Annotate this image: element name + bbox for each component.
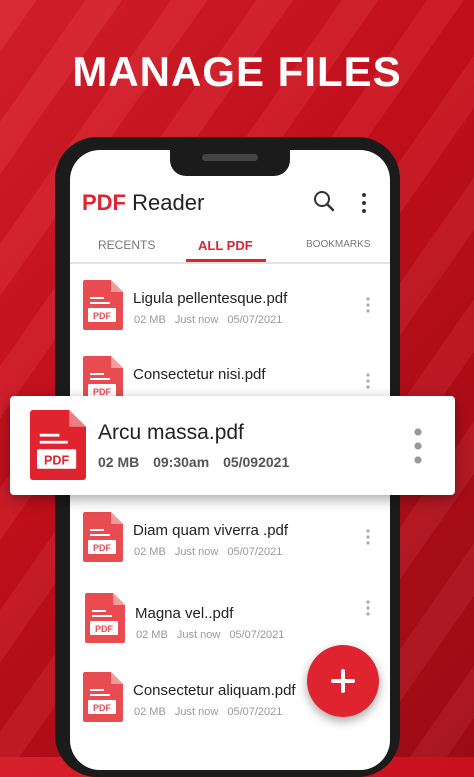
list-item[interactable]: PDF Ligula pellentesque.pdf 02 MB Just n… (70, 280, 390, 350)
plus-icon (331, 669, 355, 693)
more-vertical-icon[interactable] (365, 296, 371, 314)
more-vertical-icon[interactable] (365, 599, 371, 617)
file-meta: 02 MB Just now 05/07/2021 (134, 314, 288, 326)
tab-all-pdf[interactable]: ALL PDF (198, 238, 253, 253)
file-size: 02 MB (134, 706, 166, 718)
app-title: PDF Reader (82, 190, 204, 216)
file-size: 02 MB (134, 314, 166, 326)
file-time: Just now (176, 629, 221, 641)
pdf-badge-text: PDF (44, 454, 69, 468)
list-item[interactable]: PDF Diam quam viverra .pdf 02 MB Just no… (70, 512, 390, 582)
pdf-badge-text: PDF (93, 543, 112, 553)
file-time: Just now (174, 706, 219, 718)
featured-file-card[interactable]: PDF Arcu massa.pdf 02 MB 09:30am 05/0920… (10, 396, 455, 495)
file-name: Magna vel..pdf (135, 605, 234, 622)
more-vertical-icon[interactable] (413, 428, 423, 464)
file-size: 02 MB (98, 454, 140, 470)
pdf-file-icon: PDF (30, 410, 86, 480)
file-time: Just now (174, 314, 219, 326)
more-vertical-icon[interactable] (360, 192, 368, 214)
file-date: 05/07/2021 (227, 546, 283, 558)
file-time: Just now (174, 546, 219, 558)
file-meta: 02 MB Just now 05/07/2021 (134, 546, 288, 558)
pdf-badge-text: PDF (93, 703, 112, 713)
pdf-badge-text: PDF (95, 624, 114, 634)
file-date: 05/07/2021 (227, 314, 283, 326)
more-vertical-icon[interactable] (365, 372, 371, 390)
app-bar: PDF Reader (70, 182, 390, 222)
file-meta: 02 MB 09:30am 05/092021 (98, 454, 299, 470)
active-tab-indicator (186, 259, 266, 262)
file-meta: 02 MB Just now 05/07/2021 (136, 629, 290, 641)
pdf-file-icon: PDF (83, 512, 123, 562)
file-name: Consectetur nisi.pdf (133, 366, 266, 383)
file-meta: 02 MB Just now 05/07/2021 (134, 706, 288, 718)
file-size: 02 MB (134, 546, 166, 558)
file-name: Diam quam viverra .pdf (133, 522, 289, 539)
file-name: Ligula pellentesque.pdf (133, 290, 288, 307)
file-date: 05/092021 (223, 454, 290, 470)
file-date: 05/07/2021 (229, 629, 285, 641)
tab-bookmarks[interactable]: BOOKMARKS (306, 239, 370, 250)
pdf-file-icon: PDF (83, 672, 123, 722)
pdf-badge-text: PDF (93, 311, 112, 321)
file-size: 02 MB (136, 629, 168, 641)
app-title-accent: PDF (82, 190, 126, 215)
phone-speaker (202, 154, 258, 161)
tab-bar: RECENTS ALL PDF BOOKMARKS (70, 230, 390, 264)
file-name: Arcu massa.pdf (98, 421, 244, 444)
more-vertical-icon[interactable] (365, 528, 371, 546)
tab-recents[interactable]: RECENTS (98, 238, 155, 252)
file-time: 09:30am (153, 454, 210, 470)
file-name: Consectetur aliquam.pdf (133, 682, 296, 699)
file-date: 05/07/2021 (227, 706, 283, 718)
add-file-button[interactable] (307, 645, 379, 717)
app-title-rest: Reader (132, 190, 205, 215)
pdf-file-icon: PDF (85, 593, 125, 643)
phone-notch (170, 150, 290, 176)
pdf-file-icon: PDF (83, 280, 123, 330)
page-headline: MANAGE FILES (72, 48, 402, 95)
search-icon[interactable] (313, 190, 335, 212)
